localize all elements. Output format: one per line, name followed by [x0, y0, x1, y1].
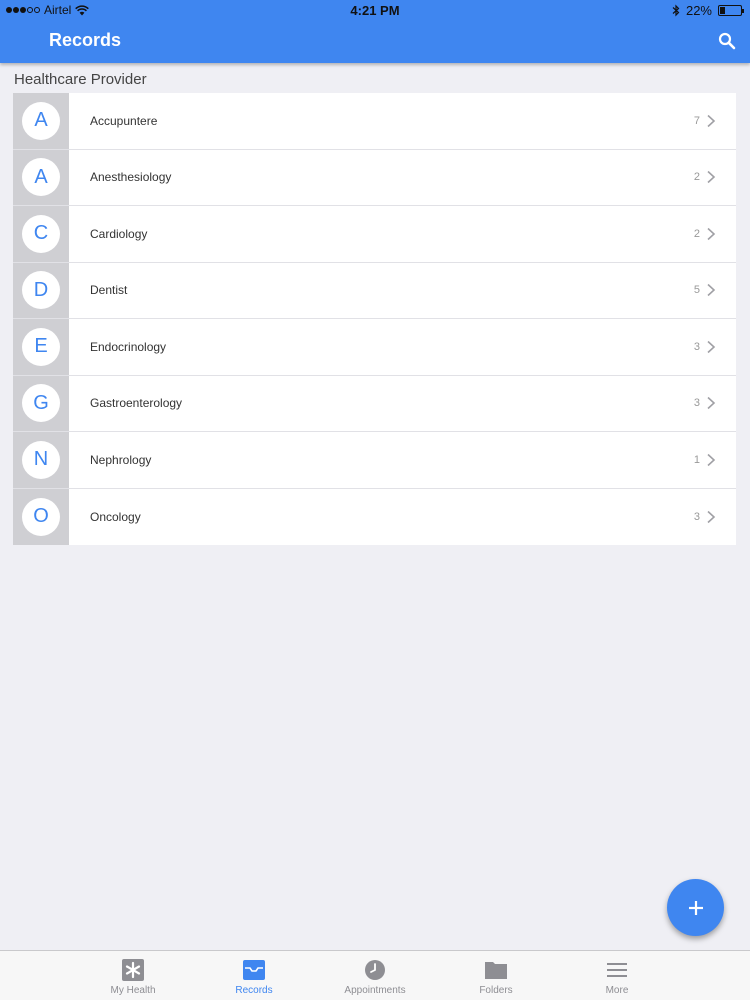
navigation-bar: Airtel 4:21 PM 22% Records: [0, 0, 750, 63]
record-count: 2: [693, 171, 700, 184]
record-count: 3: [693, 340, 700, 353]
record-count: 3: [693, 397, 700, 410]
tab-appointments[interactable]: Appointments: [315, 951, 436, 1000]
letter-column: D: [13, 262, 69, 318]
letter-avatar: A: [22, 101, 60, 140]
list-item-label: Cardiology: [90, 226, 148, 241]
status-time: 4:21 PM: [350, 3, 400, 18]
search-icon: [718, 32, 736, 50]
letter-column: N: [13, 432, 69, 488]
record-count: 7: [693, 114, 700, 127]
record-count: 5: [693, 284, 700, 297]
tab-records[interactable]: Records: [194, 951, 315, 1000]
page-title: Records: [49, 30, 122, 50]
status-right: 22%: [672, 3, 744, 18]
tab-label: My Health: [110, 985, 156, 996]
search-button[interactable]: [718, 32, 736, 50]
add-button[interactable]: [667, 879, 724, 936]
list-item-label: Anesthesiology: [90, 170, 172, 185]
clock-icon: [365, 960, 385, 980]
chevron-right-icon: [707, 171, 716, 184]
list-item-label: Endocrinology: [90, 339, 167, 354]
menu-icon: [607, 963, 627, 977]
list-item-label: Accupuntere: [90, 113, 158, 128]
letter-avatar: E: [22, 327, 60, 366]
record-count: 3: [693, 510, 700, 523]
tab-label: Appointments: [344, 985, 406, 996]
section-title: Healthcare Provider: [14, 71, 147, 88]
letter-column: G: [13, 375, 69, 431]
status-bar: Airtel 4:21 PM 22%: [0, 0, 750, 20]
list-item-label: Dentist: [90, 283, 128, 298]
inbox-icon: [243, 960, 265, 980]
battery-icon: [718, 5, 744, 16]
tab-folders[interactable]: Folders: [436, 951, 557, 1000]
letter-column: C: [13, 206, 69, 262]
record-count: 2: [693, 227, 700, 240]
list-item-label: Oncology: [90, 509, 141, 524]
letter-avatar: N: [22, 440, 60, 479]
letter-column: A: [13, 93, 69, 149]
list-item[interactable]: A Anesthesiology 2: [13, 149, 736, 206]
chevron-right-icon: [707, 510, 716, 523]
battery-percent: 22%: [685, 3, 712, 18]
tab-bar: My Health Records Appointments Folders More: [0, 950, 750, 1000]
asterisk-icon: [122, 959, 144, 981]
list-item[interactable]: N Nephrology 1: [13, 432, 736, 489]
tab-label: Records: [235, 985, 273, 996]
provider-list: A Accupuntere 7 A Anesthesiology 2 C Cardiology…: [13, 93, 736, 545]
list-item-label: Gastroenterology: [90, 396, 183, 411]
list-item[interactable]: O Oncology 3: [13, 488, 736, 545]
chevron-right-icon: [707, 397, 716, 410]
chevron-right-icon: [707, 340, 716, 353]
list-item-label: Nephrology: [90, 452, 152, 467]
letter-avatar: D: [22, 271, 60, 310]
letter-avatar: O: [22, 497, 60, 536]
letter-column: A: [13, 149, 69, 205]
letter-column: O: [13, 488, 69, 545]
tab-my-health[interactable]: My Health: [73, 951, 194, 1000]
list-item[interactable]: G Gastroenterology 3: [13, 375, 736, 432]
chevron-right-icon: [707, 114, 716, 127]
chevron-right-icon: [707, 284, 716, 297]
tab-label: More: [605, 985, 629, 996]
list-item[interactable]: A Accupuntere 7: [13, 93, 736, 150]
bluetooth-icon: [672, 4, 680, 17]
plus-icon: [688, 900, 703, 915]
letter-avatar: C: [22, 214, 60, 253]
folder-icon: [485, 962, 507, 979]
tab-label: Folders: [479, 985, 513, 996]
letter-avatar: G: [22, 384, 60, 423]
list-item[interactable]: D Dentist 5: [13, 262, 736, 319]
record-count: 1: [693, 453, 700, 466]
chevron-right-icon: [707, 453, 716, 466]
letter-avatar: A: [22, 158, 60, 197]
tab-more[interactable]: More: [557, 951, 678, 1000]
chevron-right-icon: [707, 227, 716, 240]
letter-column: E: [13, 319, 69, 375]
list-item[interactable]: E Endocrinology 3: [13, 319, 736, 376]
list-item[interactable]: C Cardiology 2: [13, 206, 736, 263]
